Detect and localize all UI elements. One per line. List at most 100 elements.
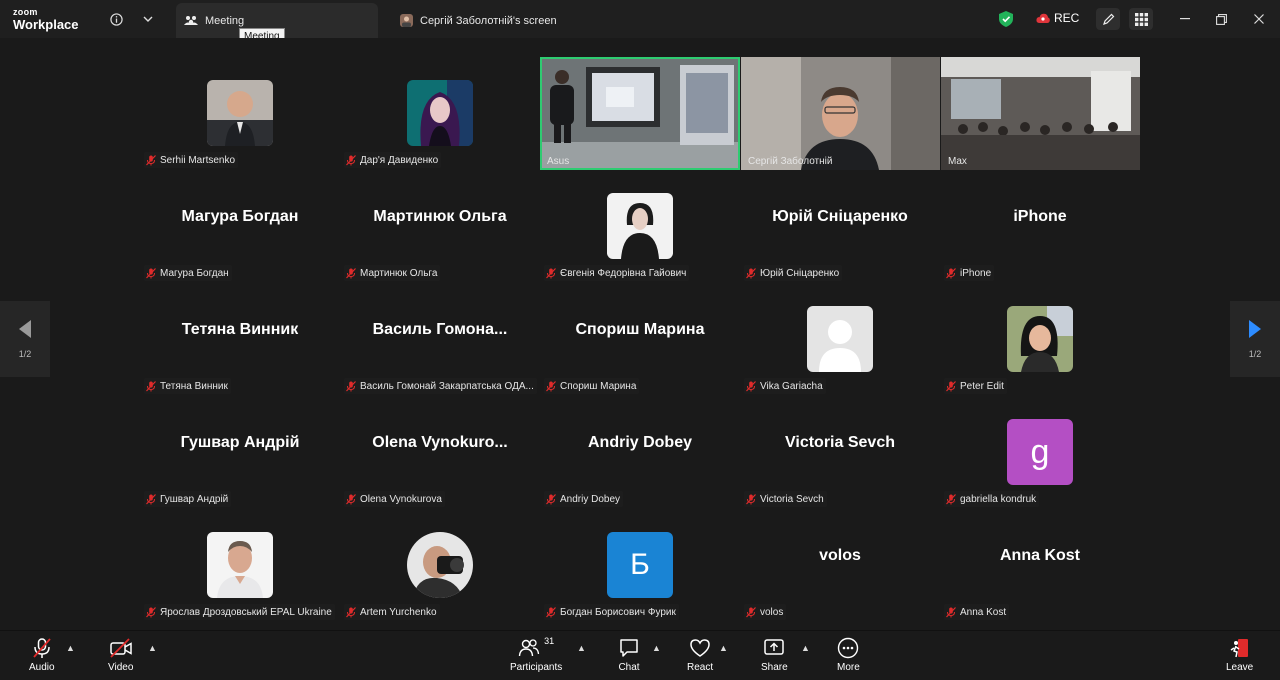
rec-label: REC — [1054, 11, 1080, 25]
participant-video-tile[interactable]: Сергій Заболотній — [741, 57, 940, 170]
participant-name: Василь Гомонай Закарпатська ОДА... — [360, 380, 534, 392]
audio-options-chevron-icon[interactable]: ▲ — [66, 643, 75, 653]
avatar — [207, 532, 273, 598]
video-button[interactable]: Video — [108, 637, 133, 673]
participant-name: Мартинюк Ольга — [360, 267, 438, 279]
participant-tile[interactable]: Serhii Martsenko — [141, 57, 339, 169]
participant-tile[interactable]: Юрій Сніцаренко Юрій Сніцаренко — [741, 170, 939, 282]
avatar — [607, 193, 673, 259]
participant-name: Artem Yurchenko — [360, 606, 437, 618]
participant-tile[interactable]: iPhone iPhone — [941, 170, 1139, 282]
react-button[interactable]: React — [687, 637, 713, 673]
close-icon[interactable] — [1250, 10, 1268, 28]
participant-tile[interactable]: Магура Богдан Магура Богдан — [141, 170, 339, 282]
arrow-left-icon — [19, 320, 31, 338]
participants-button[interactable]: 31 Participants — [510, 636, 562, 673]
participant-name: iPhone — [960, 267, 992, 279]
participant-tile[interactable]: Vika Gariacha — [741, 283, 939, 395]
participant-name: Victoria Sevch — [760, 493, 824, 505]
video-gallery: Serhii Martsenko Дар'я Давиденко Asus Се… — [0, 38, 1280, 630]
previous-page-button[interactable]: 1/2 — [0, 301, 50, 377]
more-button[interactable]: More — [837, 637, 860, 673]
participant-tile[interactable]: Тетяна Винник Тетяна Винник — [141, 283, 339, 395]
tab-screen-label: Сергій Заболотній's screen — [420, 14, 557, 27]
chat-button[interactable]: Chat — [618, 637, 640, 673]
muted-mic-icon — [946, 267, 956, 279]
participant-name: Євгенія Федорівна Гайович — [560, 267, 687, 279]
participant-display-name: volos — [819, 547, 861, 564]
participant-display-name: Василь Гомона... — [372, 321, 508, 338]
muted-mic-icon — [146, 493, 156, 505]
participant-tile[interactable]: Гушвар Андрій Гушвар Андрій — [141, 396, 339, 508]
participant-name: Магура Богдан — [160, 267, 229, 279]
participant-tile[interactable]: Євгенія Федорівна Гайович — [541, 170, 739, 282]
participant-name-bar: gabriella kondruk — [944, 491, 1040, 507]
leave-button[interactable]: Leave — [1226, 637, 1253, 673]
participant-tile[interactable]: Andriy Dobey Andriy Dobey — [541, 396, 739, 508]
participants-options-chevron-icon[interactable]: ▲ — [577, 643, 586, 653]
participant-tile[interactable]: Б Богдан Борисович Фурик — [541, 509, 739, 621]
chevron-down-icon[interactable] — [138, 9, 158, 29]
muted-mic-icon — [746, 493, 756, 505]
participant-tile[interactable]: Мартинюк Ольга Мартинюк Ольга — [341, 170, 539, 282]
video-options-chevron-icon[interactable]: ▲ — [148, 643, 157, 653]
annotate-pen-icon[interactable] — [1096, 8, 1120, 30]
participant-tile[interactable]: Anna Kost Anna Kost — [941, 509, 1139, 621]
participant-display-name: Магура Богдан — [181, 208, 299, 225]
participant-name-bar: Vika Gariacha — [744, 378, 826, 394]
title-bar: zoom Workplace Meeting Сергій Заболотній… — [0, 0, 1280, 45]
participant-display-name: iPhone — [1013, 208, 1067, 225]
audio-button[interactable]: Audio — [29, 637, 55, 673]
participant-name-bar: Василь Гомонай Закарпатська ОДА... — [344, 378, 537, 394]
page-indicator: 1/2 — [18, 349, 32, 359]
participant-name: Сергій Заболотній — [748, 155, 833, 167]
participant-name: Serhii Martsenko — [160, 154, 236, 166]
muted-mic-icon — [346, 380, 356, 392]
participant-name: Max — [948, 155, 967, 167]
participant-tile[interactable]: Peter Edit — [941, 283, 1139, 395]
recording-indicator[interactable]: REC — [1036, 11, 1079, 25]
chat-options-chevron-icon[interactable]: ▲ — [652, 643, 661, 653]
tab-meeting-label: Meeting — [205, 14, 245, 27]
chat-label: Chat — [618, 662, 640, 673]
participant-name-bar: volos — [744, 604, 787, 620]
view-grid-icon[interactable] — [1129, 8, 1153, 30]
participant-display-name: Andriy Dobey — [587, 434, 692, 451]
participant-tile[interactable]: Дар'я Давиденко — [341, 57, 539, 169]
participant-name-bar: Peter Edit — [944, 378, 1007, 394]
info-icon[interactable] — [106, 9, 126, 29]
minimize-icon[interactable] — [1176, 10, 1194, 28]
avatar — [807, 306, 873, 372]
muted-mic-icon — [146, 267, 156, 279]
letter-avatar: g — [1007, 419, 1073, 485]
participant-name-bar: Anna Kost — [944, 604, 1010, 620]
participant-tile[interactable]: Василь Гомона... Василь Гомонай Закарпат… — [341, 283, 539, 395]
react-options-chevron-icon[interactable]: ▲ — [719, 643, 728, 653]
participant-display-name: Юрій Сніцаренко — [772, 208, 908, 225]
next-page-button[interactable]: 1/2 — [1230, 301, 1280, 377]
restore-window-icon[interactable] — [1212, 10, 1230, 28]
participant-tile[interactable]: Спориш Марина Спориш Марина — [541, 283, 739, 395]
participant-name-bar: Сергій Заболотній — [744, 153, 835, 169]
muted-mic-icon — [946, 493, 956, 505]
participant-tile[interactable]: volos volos — [741, 509, 939, 621]
participant-video-tile[interactable]: Max — [941, 57, 1140, 170]
participant-video-tile[interactable]: Asus — [540, 57, 740, 170]
share-button[interactable]: Share — [761, 637, 788, 673]
shield-icon[interactable] — [996, 9, 1016, 29]
participant-name: Дар'я Давиденко — [360, 154, 439, 166]
letter-avatar: Б — [607, 532, 673, 598]
participant-display-name: Anna Kost — [1000, 547, 1080, 564]
participant-name: Юрій Сніцаренко — [760, 267, 840, 279]
participant-tile[interactable]: Olena Vynokuro... Olena Vynokurova — [341, 396, 539, 508]
participant-tile[interactable]: Artem Yurchenko — [341, 509, 539, 621]
participant-name-bar: Гушвар Андрій — [144, 491, 232, 507]
participant-tile[interactable]: Ярослав Дроздовський EPAL Ukraine — [141, 509, 339, 621]
participant-tile[interactable]: g gabriella kondruk — [941, 396, 1139, 508]
tab-shared-screen[interactable]: Сергій Заболотній's screen — [392, 3, 592, 38]
avatar — [1007, 306, 1073, 372]
share-options-chevron-icon[interactable]: ▲ — [801, 643, 810, 653]
muted-mic-icon — [346, 493, 356, 505]
participant-tile[interactable]: Victoria Sevch Victoria Sevch — [741, 396, 939, 508]
muted-mic-icon — [146, 606, 156, 618]
